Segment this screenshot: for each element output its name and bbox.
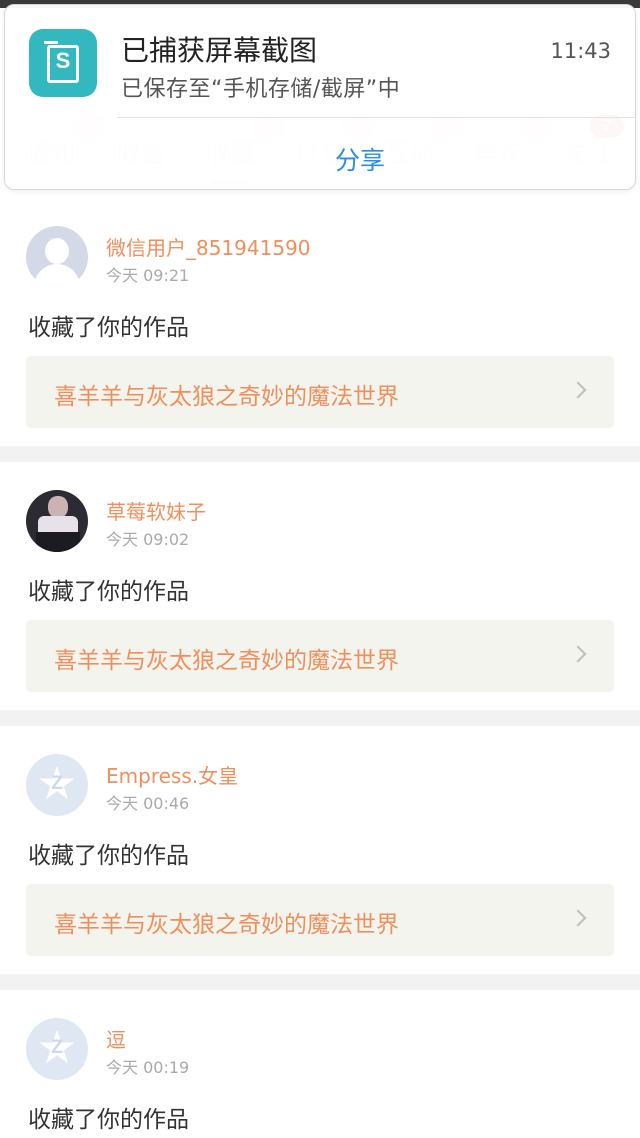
work-title: 喜羊羊与灰太狼之奇妙的魔法世界 [54,648,399,674]
notification-subtitle: 已保存至“手机存储/截屏”中 [121,77,401,102]
share-button[interactable]: 分享 [335,141,385,177]
user-name[interactable]: 逗 [106,1024,126,1053]
chevron-right-icon [569,381,587,399]
notification-time: 11:43 [550,39,611,63]
feed-item: ★ Z 逗 今天 00:19 收藏了你的作品 [0,990,640,1138]
avatar-skirt [36,532,80,552]
item-time: 今天 09:02 [106,530,190,549]
action-text: 收藏了你的作品 [28,1107,189,1133]
work-link[interactable]: 喜羊羊与灰太狼之奇妙的魔法世界 [26,356,614,428]
user-name[interactable]: Empress.女皇 [106,760,238,789]
work-title: 喜羊羊与灰太狼之奇妙的魔法世界 [54,912,399,938]
notification-divider [117,117,635,118]
chevron-right-icon [569,645,587,663]
avatar[interactable] [26,490,88,552]
work-link[interactable]: 喜羊羊与灰太狼之奇妙的魔法世界 [26,884,614,956]
item-time: 今天 09:21 [106,266,190,285]
avatar[interactable] [26,226,88,288]
qq-z-glyph: Z [51,1037,63,1058]
avatar[interactable]: ★ Z [26,754,88,816]
feed-item: ★ Z Empress.女皇 今天 00:46 收藏了你的作品 喜羊羊与灰太狼之… [0,726,640,974]
action-text: 收藏了你的作品 [28,579,189,605]
screen: 通知 1 收益 收藏 29 打赏 11 互动 1 鲜花 1 [0,0,640,1138]
user-name[interactable]: 微信用户_851941590 [106,232,311,261]
avatar-body [34,264,80,288]
work-link[interactable]: 喜羊羊与灰太狼之奇妙的魔法世界 [26,620,614,692]
avatar[interactable]: ★ Z [26,1018,88,1080]
item-time: 今天 00:19 [106,1058,190,1077]
action-text: 收藏了你的作品 [28,315,189,341]
screenshot-icon: S [29,29,97,97]
feed-item: 微信用户_851941590 今天 09:21 收藏了你的作品 喜羊羊与灰太狼之… [0,198,640,446]
avatar-head [45,238,69,264]
notification-title: 已捕获屏幕截图 [121,34,318,67]
qq-z-glyph: Z [51,773,63,794]
avatar-face [48,496,68,518]
item-time: 今天 00:46 [106,794,190,813]
user-name[interactable]: 草莓软妹子 [106,496,206,525]
action-text: 收藏了你的作品 [28,843,189,869]
frame-tab [44,41,58,44]
feed-item: 草莓软妹子 今天 09:02 收藏了你的作品 喜羊羊与灰太狼之奇妙的魔法世界 [0,462,640,710]
work-title: 喜羊羊与灰太狼之奇妙的魔法世界 [54,384,399,410]
app-glyph: S [55,48,71,73]
chevron-right-icon [569,909,587,927]
screenshot-notification[interactable]: S 已捕获屏幕截图 11:43 已保存至“手机存储/截屏”中 分享 [4,4,636,190]
